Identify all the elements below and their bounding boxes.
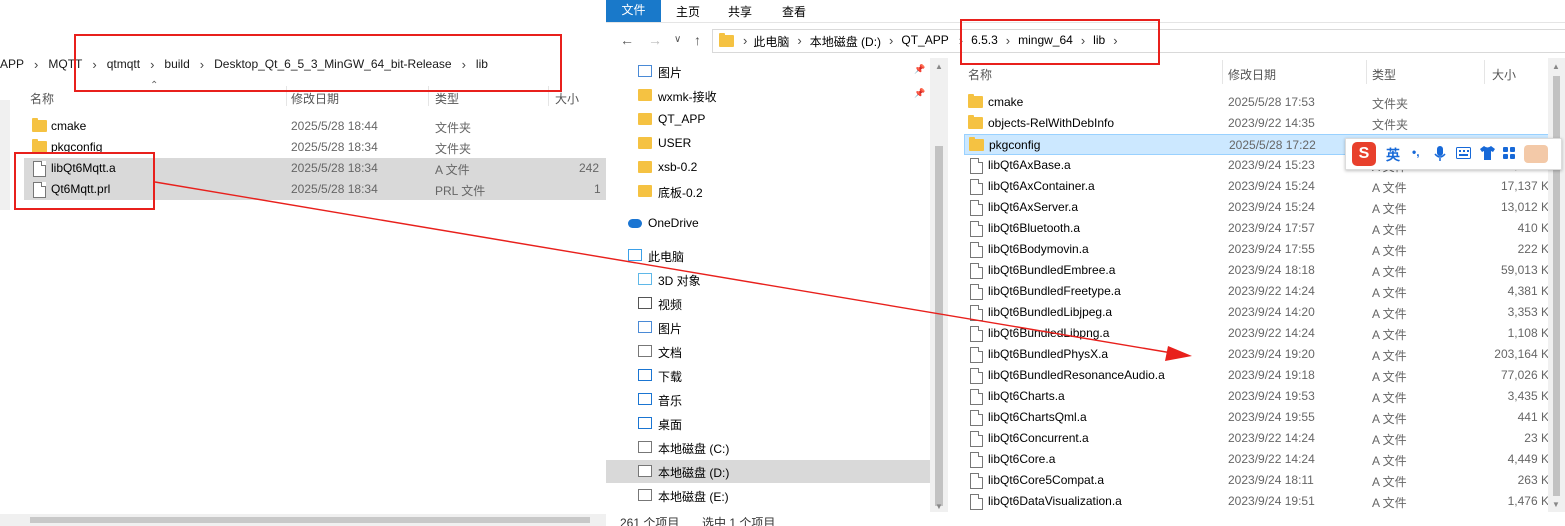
annotation-arrow xyxy=(154,181,1192,361)
